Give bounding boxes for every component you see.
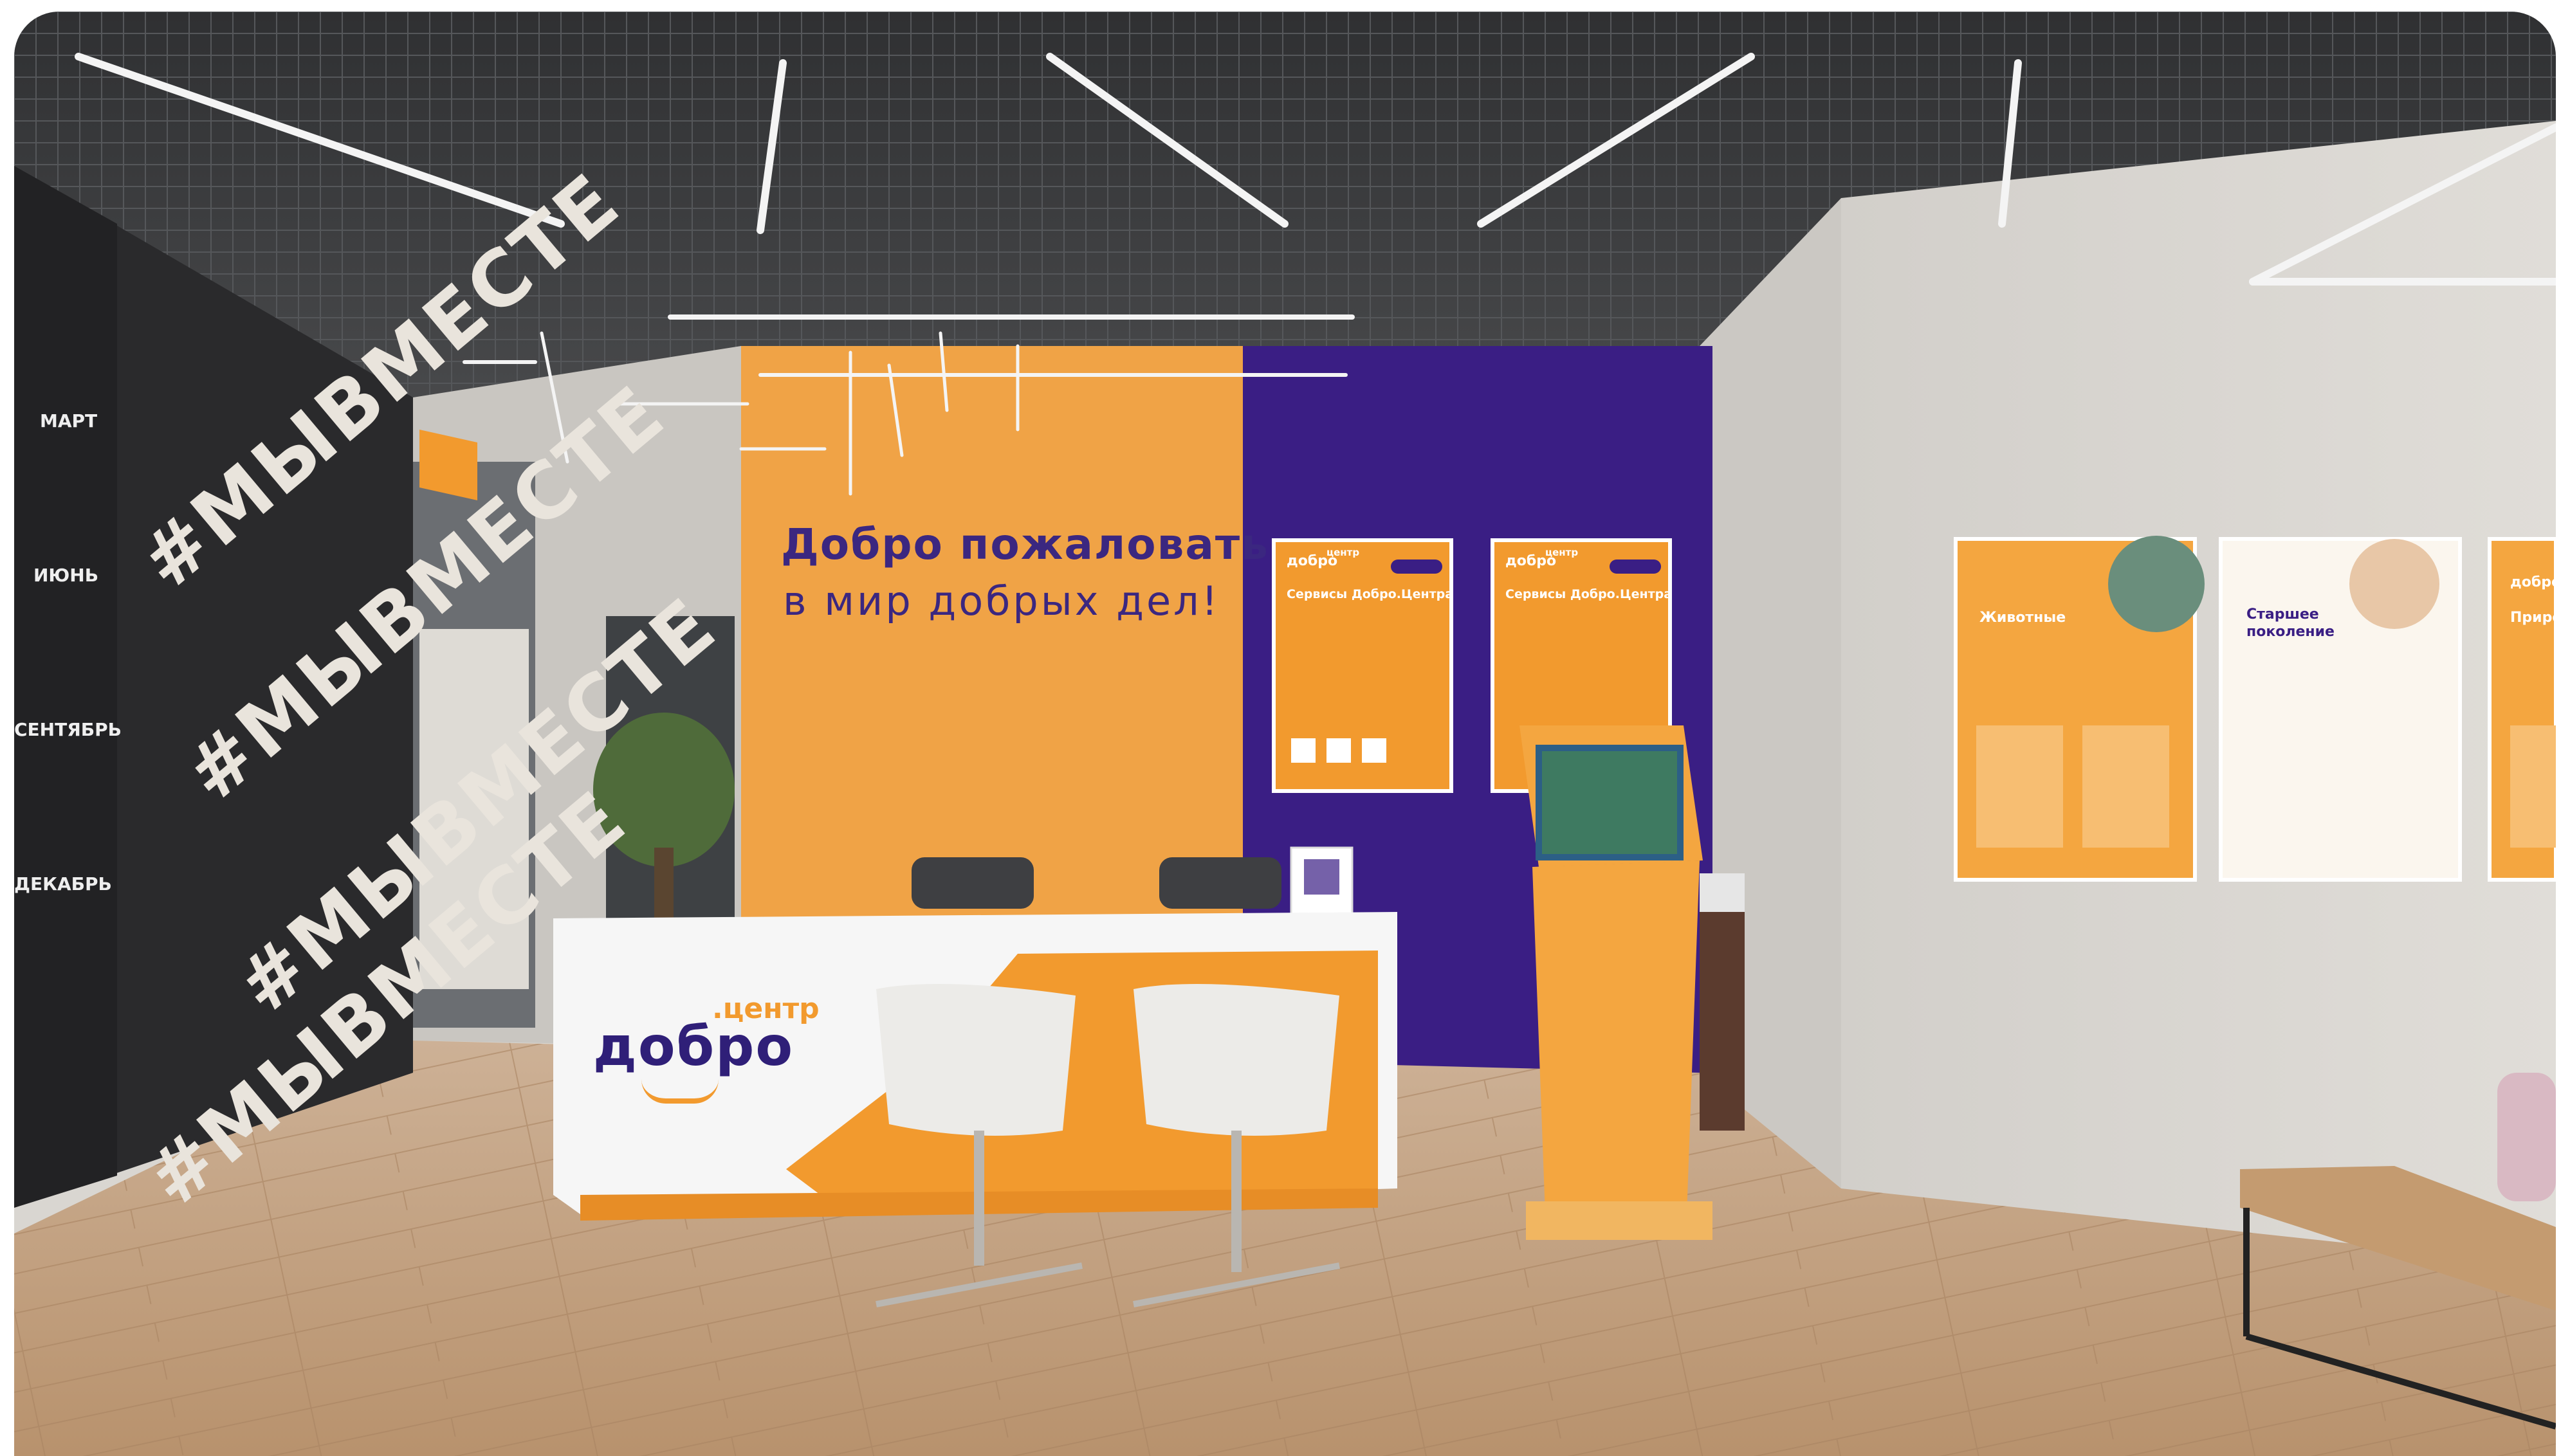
calendar-month-3: СЕНТЯБРЬ	[14, 719, 122, 740]
side-cabinet	[1700, 873, 1745, 1131]
poster-nature-title: Природа	[2510, 610, 2556, 626]
poster-left-brand-sub: центр	[1326, 547, 1360, 558]
desk-brand-main: добро	[593, 1015, 794, 1078]
poster-left-title: Сервисы Добро.Центра	[1287, 587, 1454, 601]
welcome-heading: Добро пожаловать	[781, 520, 1269, 569]
poster-right-brand-sub: центр	[1545, 547, 1579, 558]
photo-frame: #МЫВМЕСТЕ #МЫВМЕСТЕ #МЫВМЕСТЕ #МЫВМЕСТЕ …	[14, 12, 2556, 1456]
calendar-month-1: МАРТ	[40, 410, 98, 432]
welcome-subheading: в мир добрых дел!	[783, 578, 1220, 624]
poster-elderly-title-2: поколение	[2246, 624, 2335, 640]
brand-smile-icon	[641, 1079, 719, 1104]
poster-elderly-title-1: Старшее	[2246, 606, 2319, 623]
poster-right-title: Сервисы Добро.Центра	[1505, 587, 1673, 601]
poster-nature-brand: добро	[2510, 574, 2556, 590]
office-scene	[14, 12, 2556, 1456]
poster-animals-title: Животные	[1979, 610, 2066, 626]
info-kiosk	[1519, 725, 1712, 1240]
calendar-month-2: ИЮНЬ	[33, 565, 99, 586]
calendar-month-4: ДЕКАБРЬ	[14, 873, 112, 895]
